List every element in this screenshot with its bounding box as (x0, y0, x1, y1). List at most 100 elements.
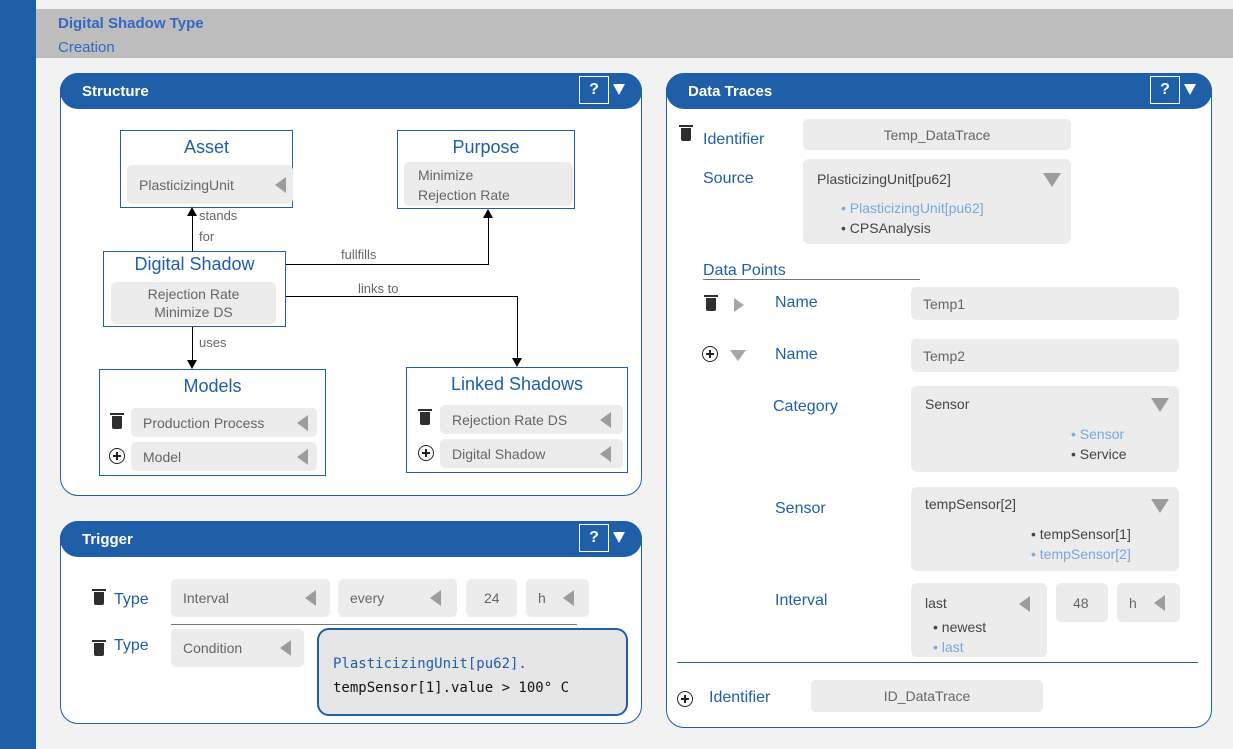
expand-icon[interactable] (275, 177, 286, 193)
identifier-value: Temp_DataTrace (883, 126, 991, 143)
purpose-field[interactable]: Minimize Rejection Rate (404, 162, 573, 206)
source-dropdown[interactable]: PlasticizingUnit[pu62] • PlasticizingUni… (803, 159, 1071, 244)
new-identifier-input[interactable]: ID_DataTrace (811, 680, 1043, 712)
linked-item-rejection-rate[interactable]: Rejection Rate DS (440, 405, 623, 434)
digital-shadow-title: Digital Shadow (134, 254, 255, 274)
trigger-panel: Trigger ? Type Interval every 24 h Type … (60, 521, 642, 724)
expand-icon[interactable] (305, 590, 316, 606)
expand-icon[interactable] (600, 446, 611, 462)
page-title: Digital Shadow Type (58, 15, 204, 32)
model-item-production-process[interactable]: Production Process (131, 408, 317, 437)
category-dropdown[interactable]: Sensor • Sensor • Service (911, 386, 1179, 472)
purpose-box: Purpose Minimize Rejection Rate (397, 130, 575, 209)
trash-icon[interactable] (110, 413, 124, 429)
expand-right-icon[interactable] (734, 298, 744, 312)
code-line-2: tempSensor[1].value > 100° C (333, 680, 570, 696)
digital-shadow-box: Digital Shadow Rejection Rate Minimize D… (103, 251, 286, 327)
linked-item-label: Rejection Rate DS (452, 411, 568, 428)
expand-icon[interactable] (280, 640, 291, 656)
model-item-new[interactable]: Model (131, 442, 317, 471)
add-icon[interactable] (677, 691, 693, 707)
expand-icon[interactable] (1019, 596, 1030, 612)
name-input-1[interactable]: Temp1 (911, 287, 1179, 320)
trigger-unit-value: h (538, 590, 546, 606)
structure-panel-header: Structure ? (60, 73, 642, 109)
interval-option-2[interactable]: • last (933, 639, 964, 655)
sensor-option-2[interactable]: • tempSensor[2] (1031, 546, 1131, 562)
arrow-up-icon (483, 209, 493, 218)
collapse-icon[interactable] (613, 84, 625, 95)
sensor-option-label: tempSensor[1] (1039, 526, 1131, 542)
linked-shadows-title: Linked Shadows (450, 374, 584, 394)
stands-for-label-1: stands (199, 208, 238, 223)
dropdown-icon[interactable] (1151, 499, 1169, 513)
add-icon[interactable] (418, 445, 434, 461)
source-option-label: CPSAnalysis (849, 220, 931, 236)
help-button[interactable]: ? (579, 524, 609, 552)
stands-for-line (192, 214, 193, 251)
fulfills-line-h (286, 264, 489, 265)
trigger-every-select[interactable]: every (338, 579, 457, 617)
models-box: Models Production Process Model (99, 369, 326, 476)
sensor-option-1[interactable]: • tempSensor[1] (1031, 526, 1131, 542)
trash-icon[interactable] (92, 640, 106, 656)
asset-field[interactable]: PlasticizingUnit (127, 165, 293, 204)
expand-icon[interactable] (600, 412, 611, 428)
linked-shadows-box: Linked Shadows Rejection Rate DS Digital… (406, 367, 628, 473)
help-button[interactable]: ? (1150, 76, 1180, 104)
add-icon[interactable] (109, 448, 125, 464)
dropdown-icon[interactable] (1043, 173, 1061, 187)
trash-icon[interactable] (92, 589, 106, 605)
source-option-2[interactable]: • CPSAnalysis (841, 220, 931, 236)
collapse-down-icon[interactable] (730, 350, 746, 361)
traces-divider (677, 662, 1198, 663)
code-line-1: PlasticizingUnit[pu62]. (333, 656, 527, 672)
condition-code-editor[interactable]: PlasticizingUnit[pu62]. tempSensor[1].va… (317, 628, 628, 716)
identifier-label: Identifier (703, 131, 765, 148)
name-input-2[interactable]: Temp2 (911, 339, 1179, 372)
trigger-type-select[interactable]: Interval (171, 579, 330, 617)
structure-panel-title: Structure (82, 83, 149, 100)
trigger-panel-title: Trigger (82, 531, 133, 548)
collapse-icon[interactable] (1184, 84, 1196, 95)
collapse-icon[interactable] (613, 532, 625, 543)
trash-icon[interactable] (704, 295, 718, 311)
data-traces-panel: Data Traces ? Identifier Temp_DataTrace … (666, 73, 1212, 728)
expand-icon[interactable] (1154, 595, 1165, 611)
source-label: Source (703, 170, 754, 187)
asset-title: Asset (183, 137, 230, 157)
sensor-dropdown[interactable]: tempSensor[2] • tempSensor[1] • tempSens… (911, 487, 1179, 571)
trash-icon[interactable] (679, 125, 693, 141)
dropdown-icon[interactable] (1151, 398, 1169, 412)
name-label: Name (775, 346, 818, 363)
linked-item-new[interactable]: Digital Shadow (440, 439, 623, 468)
category-option-1[interactable]: • Sensor (1071, 426, 1124, 442)
expand-icon[interactable] (297, 415, 308, 431)
linked-item-label: Digital Shadow (452, 445, 546, 462)
identifier-input[interactable]: Temp_DataTrace (803, 119, 1071, 150)
trigger-panel-header: Trigger ? (60, 521, 642, 557)
expand-icon[interactable] (563, 590, 574, 606)
links-to-label: links to (358, 281, 399, 296)
interval-dropdown[interactable]: last • newest • last (911, 583, 1047, 657)
source-option-1[interactable]: • PlasticizingUnit[pu62] (841, 200, 984, 216)
interval-number-input[interactable]: 48 (1056, 583, 1108, 622)
trigger-interval-input[interactable]: 24 (466, 579, 517, 617)
trigger-unit-select[interactable]: h (526, 579, 589, 617)
data-traces-panel-header: Data Traces ? (666, 73, 1212, 109)
new-identifier-label: Identifier (709, 689, 771, 706)
digital-shadow-field[interactable]: Rejection Rate Minimize DS (111, 282, 276, 324)
interval-option-label: last (941, 639, 964, 655)
trigger-condition-select[interactable]: Condition (171, 629, 304, 667)
help-button[interactable]: ? (579, 76, 609, 104)
expand-icon[interactable] (297, 449, 308, 465)
data-traces-panel-title: Data Traces (688, 83, 773, 100)
add-icon[interactable] (702, 346, 718, 362)
interval-unit-select[interactable]: h (1117, 583, 1180, 622)
expand-icon[interactable] (430, 590, 441, 606)
category-option-2[interactable]: • Service (1071, 446, 1126, 462)
interval-option-1[interactable]: • newest (933, 619, 986, 635)
page-subtitle: Creation (58, 39, 115, 56)
purpose-line-1: Minimize (418, 167, 474, 183)
trash-icon[interactable] (418, 409, 432, 425)
